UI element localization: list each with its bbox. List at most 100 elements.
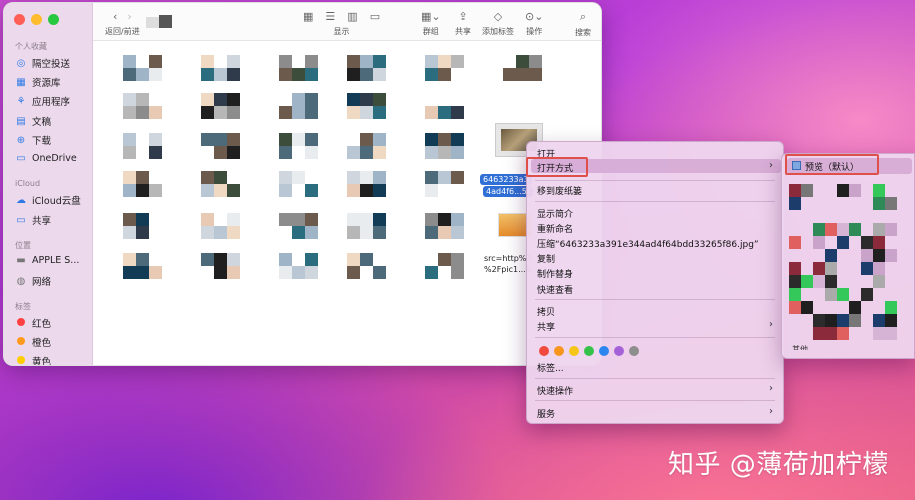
mosaic-block [813,236,825,249]
mosaic-block [279,171,292,184]
mosaic-block [347,93,360,106]
mosaic-block [360,253,373,266]
mosaic-block [136,266,149,279]
mosaic-block [438,55,451,68]
folder-title-placeholder [146,14,172,28]
mosaic-block [360,93,373,106]
mosaic-block [136,213,149,226]
icon-view-icon[interactable]: ▦ [303,10,313,23]
tag-color-dot[interactable] [569,346,579,356]
cloud-icon: ☁ [16,194,26,206]
search-button[interactable]: ⌕ 搜索 [575,10,591,38]
mosaic-block [438,133,451,146]
menu-get-info[interactable]: 显示简介 [537,207,573,220]
tag-color-dot[interactable] [629,346,639,356]
mosaic-block [813,275,825,288]
tag-color-dot[interactable] [539,346,549,356]
add-tag-button[interactable]: ◇ 添加标签 [482,10,514,37]
menu-tags[interactable]: 标签... [537,361,564,374]
menu-quick-actions[interactable]: 快速操作 [537,384,573,397]
mosaic-block [305,253,318,266]
mosaic-block [227,55,240,68]
sidebar-item-onedrive[interactable]: ▭ OneDrive [15,153,77,164]
forward-icon[interactable]: › [127,10,131,23]
sidebar-item-tag-orange[interactable]: 橙色 [15,335,51,349]
close-button[interactable] [14,14,25,25]
view-buttons[interactable]: ▦ ☰ ▥ ▭ 显示 [303,10,380,37]
submenu-other[interactable]: 其他... [792,344,816,350]
mosaic-block [837,223,849,236]
mosaic-block [438,213,451,226]
mosaic-block [861,262,873,275]
mosaic-block [347,226,360,239]
mosaic-block [201,133,214,146]
file-label-line1[interactable]: src=http%3 [484,254,532,263]
back-icon[interactable]: ‹ [113,10,117,23]
tag-dot-icon [15,336,27,348]
sidebar-item-documents[interactable]: ▤ 文稿 [15,114,51,129]
sidebar-item-network[interactable]: ◍ 网络 [15,274,51,289]
mosaic-block [149,266,162,279]
mosaic-block [279,55,292,68]
menu-services[interactable]: 服务 [537,407,555,420]
sidebar-item-applications[interactable]: ⚘ 应用程序 [15,94,71,109]
tag-color-dot[interactable] [584,346,594,356]
mosaic-block [136,93,149,106]
mosaic-block [292,68,305,81]
mosaic-block [201,93,214,106]
menu-duplicate[interactable]: 复制 [537,252,555,265]
file-label-line2[interactable]: %2Fpic1...0 [484,265,531,274]
menu-rename[interactable]: 重新命名 [537,222,573,235]
sidebar-item-airdrop[interactable]: ◎ 隔空投送 [15,56,70,71]
file-grid: 6463233a3 4ad4f6...5f src=http%3 %2Fpic1… [93,41,601,365]
tag-color-dot[interactable] [614,346,624,356]
tag-color-dot[interactable] [599,346,609,356]
share-label: 共享 [455,27,471,36]
mosaic-block [873,314,885,327]
sidebar-item-label: 共享 [32,216,52,227]
column-view-icon[interactable]: ▥ [347,10,357,23]
menu-compress[interactable]: 压缩“6463233a391e344ad4f64bdd33265f86.jpg” [537,237,759,250]
mosaic-block [123,213,136,226]
mosaic-block [873,275,885,288]
minimize-button[interactable] [31,14,42,25]
mosaic-block [801,184,813,197]
mosaic-block [227,133,240,146]
share-button[interactable]: ⇪ 共享 [455,10,471,37]
mosaic-block [149,55,162,68]
mosaic-block [347,213,360,226]
selected-file-label-line1[interactable]: 6463233a3 [480,174,532,185]
action-button[interactable]: ⊙⌄ 操作 [525,10,543,37]
mosaic-block [373,226,386,239]
mosaic-block [425,133,438,146]
sidebar-item-apple-ssd[interactable]: ▬ APPLE S... [15,255,79,266]
mosaic-block [801,301,813,314]
menu-quick-look[interactable]: 快速查看 [537,283,573,296]
mosaic-block [201,213,214,226]
nav-buttons[interactable]: ‹ › 返回/前进 [105,10,140,37]
mosaic-block [279,68,292,81]
group-button[interactable]: ▦⌄ 群组 [421,10,441,37]
mosaic-block [825,275,837,288]
sidebar-item-tag-red[interactable]: 红色 [15,316,51,330]
zoom-button[interactable] [48,14,59,25]
sidebar-item-tag-yellow[interactable]: 黄色 [15,354,51,365]
sidebar-item-library[interactable]: ▦ 资源库 [15,75,60,90]
gallery-view-icon[interactable]: ▭ [370,10,380,23]
sidebar-item-icloud-drive[interactable]: ☁ iCloud云盘 [15,193,81,208]
tag-color-row [539,346,639,356]
sidebar-item-downloads[interactable]: ⊕ 下载 [15,133,51,148]
menu-make-alias[interactable]: 制作替身 [537,267,573,280]
mosaic-block [305,68,318,81]
tag-color-dot[interactable] [554,346,564,356]
menu-move-to-trash[interactable]: 移到废纸篓 [537,184,582,197]
sidebar-item-shared[interactable]: ▭ 共享 [15,213,52,228]
disk-icon: ▬ [16,255,26,266]
sidebar-item-label: OneDrive [32,153,77,164]
menu-share[interactable]: 共享 [537,320,555,333]
sidebar-item-label: 红色 [32,319,52,330]
mosaic-block [373,184,386,197]
menu-copy[interactable]: 拷贝 [537,305,555,318]
list-view-icon[interactable]: ☰ [325,10,335,23]
mosaic-block [516,68,529,81]
